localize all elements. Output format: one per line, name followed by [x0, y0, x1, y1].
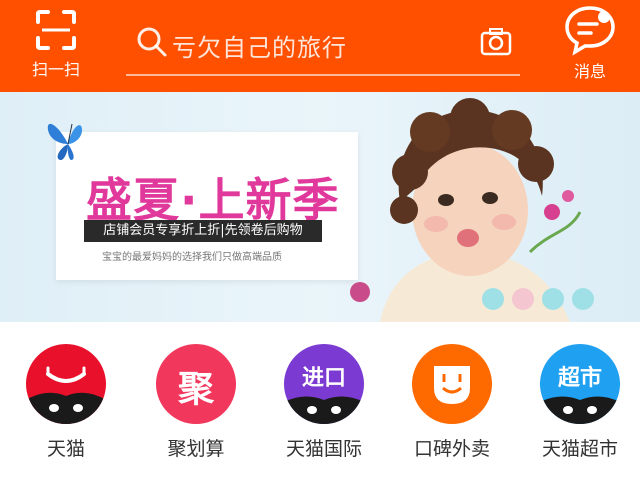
juhuasuan-glyph: 聚	[177, 369, 214, 410]
nav-label: 天猫	[46, 438, 85, 460]
banner-small-text: 宝宝的最爱妈妈的选择我们只做高端品质	[102, 252, 282, 263]
camera-icon[interactable]	[480, 26, 512, 56]
nav-item-koubei[interactable]: 口碑外卖	[392, 344, 512, 461]
nav-item-tmall[interactable]: 天猫	[6, 344, 126, 461]
tmall-global-glyph: 进口	[301, 366, 346, 391]
nav-label: 聚划算	[167, 438, 225, 460]
tmall-supermarket-glyph: 超市	[557, 366, 602, 391]
quick-nav: 天猫 聚 聚划算 进口 天猫国际 口碑外卖 超市 天猫超市	[0, 322, 640, 480]
banner-subtitle: 店铺会员专享折上折|先领卷后购物	[84, 220, 322, 242]
scan-icon	[36, 10, 76, 50]
juhuasuan-icon: 聚	[156, 344, 236, 424]
nav-item-tmall-supermarket[interactable]: 超市 天猫超市	[520, 344, 640, 461]
pagination-dot[interactable]	[572, 288, 594, 310]
koubei-icon	[412, 344, 492, 424]
message-icon	[565, 6, 615, 56]
scan-button[interactable]: 扫一扫	[24, 8, 88, 86]
banner-title-part1: 盛夏	[86, 173, 180, 227]
tmall-icon	[26, 344, 106, 424]
pagination-dot[interactable]	[482, 288, 504, 310]
scan-label: 扫一扫	[31, 60, 80, 79]
search-bar[interactable]: 亏欠自己的旅行	[126, 12, 520, 76]
banner-title-dot: ·	[180, 173, 199, 227]
tmall-global-icon: 进口	[284, 344, 364, 424]
nav-label: 口碑外卖	[413, 438, 490, 460]
message-label: 消息	[573, 62, 606, 81]
search-icon	[137, 27, 167, 57]
nav-item-tmall-global[interactable]: 进口 天猫国际	[264, 344, 384, 461]
nav-label: 天猫国际	[285, 438, 362, 460]
banner-title-part2: 上新季	[198, 173, 340, 227]
nav-label: 天猫超市	[541, 438, 618, 460]
search-placeholder: 亏欠自己的旅行	[172, 34, 347, 62]
butterfly-icon	[47, 123, 82, 161]
message-button[interactable]: 消息	[560, 4, 620, 88]
pagination-dot[interactable]	[512, 288, 534, 310]
pagination-dot[interactable]	[542, 288, 564, 310]
banner-pagination	[482, 288, 602, 314]
top-header: 扫一扫 亏欠自己的旅行 消息	[0, 0, 640, 92]
promo-banner[interactable]: 盛夏·上新季 店铺会员专享折上折|先领卷后购物 宝宝的最爱妈妈的选择我们只做高端…	[0, 92, 640, 322]
nav-item-juhuasuan[interactable]: 聚 聚划算	[136, 344, 256, 461]
tmall-supermarket-icon: 超市	[540, 344, 620, 424]
